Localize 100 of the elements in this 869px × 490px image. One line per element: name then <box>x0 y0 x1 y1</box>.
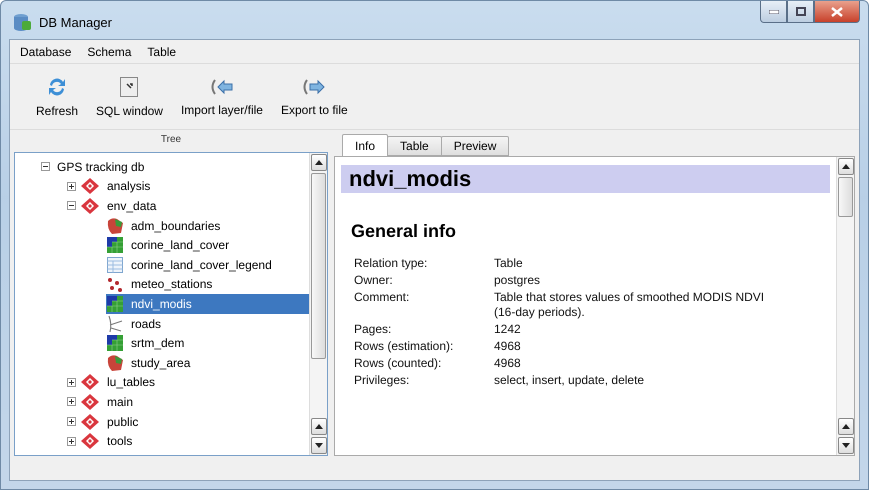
table-icon <box>106 256 124 274</box>
tree-item-label: ndvi_modis <box>130 296 193 311</box>
tree-item-label: srtm_dem <box>130 336 186 350</box>
menu-item[interactable]: Database <box>14 42 78 60</box>
tree-item-label: corine_land_cover <box>130 238 230 252</box>
tree-item[interactable]: GPS tracking db <box>54 157 309 177</box>
property-label: Comment: <box>354 290 410 306</box>
database-icon <box>13 13 31 31</box>
property-label: Owner: <box>354 273 394 288</box>
scroll-up-button[interactable] <box>311 418 327 435</box>
diamond-icon <box>80 432 100 450</box>
raster-layer-icon <box>106 334 124 352</box>
scroll-up-button[interactable] <box>311 154 327 171</box>
section-heading: General info <box>351 221 458 242</box>
expand-icon[interactable] <box>67 397 76 406</box>
down-arrow-icon <box>315 443 323 448</box>
tree-item-label: GPS tracking db <box>56 160 146 174</box>
tree-item[interactable]: lu_tables <box>80 372 309 392</box>
scroll-down-button[interactable] <box>838 437 854 454</box>
scroll-thumb[interactable] <box>838 177 853 217</box>
property-label: Rows (estimation): <box>354 339 454 354</box>
tree-item-label: adm_boundaries <box>130 218 222 233</box>
property-label: Relation type: <box>354 256 428 271</box>
tree-item[interactable]: corine_land_cover <box>106 235 309 255</box>
tree-item-label: meteo_stations <box>130 277 214 292</box>
table-name-heading: ndvi_modis <box>341 165 830 193</box>
property-value: Table <box>494 256 524 271</box>
tree-item[interactable]: ndvi_modis <box>106 294 309 314</box>
up-arrow-icon <box>842 424 850 429</box>
expand-icon[interactable] <box>67 378 76 387</box>
property-label: Pages: <box>354 322 392 337</box>
tab[interactable]: Preview <box>440 136 510 156</box>
expand-icon[interactable] <box>67 182 76 191</box>
tree-item[interactable]: public <box>80 412 309 432</box>
scroll-down-button[interactable] <box>311 437 327 454</box>
export-arrow-icon <box>301 76 328 96</box>
tree-item-label: study_area <box>130 356 192 370</box>
lines-icon <box>106 314 124 333</box>
close-icon <box>831 6 843 16</box>
scroll-thumb[interactable] <box>311 173 326 359</box>
collapse-icon[interactable] <box>41 162 50 172</box>
tree-item-label: env_data <box>106 198 158 213</box>
diamond-icon <box>80 196 100 215</box>
scroll-up-button[interactable] <box>838 418 854 435</box>
close-button[interactable] <box>814 1 860 23</box>
up-arrow-icon <box>842 164 850 169</box>
property-value: 4968 <box>494 356 522 371</box>
tree-item[interactable]: meteo_stations <box>106 274 309 294</box>
tree-item[interactable]: roads <box>106 314 309 334</box>
tree-item[interactable]: analysis <box>80 176 309 196</box>
raster-layer-icon <box>106 294 124 313</box>
import-arrow-icon <box>208 76 235 96</box>
minimize-icon <box>768 10 778 14</box>
scrollbar[interactable] <box>309 153 327 455</box>
tree-item[interactable]: srtm_dem <box>106 333 309 353</box>
up-arrow-icon <box>315 160 323 165</box>
toolbar-button[interactable]: Refresh <box>30 74 84 120</box>
toolbar-button[interactable]: SQL window <box>90 74 169 120</box>
tree-item[interactable]: main <box>80 392 309 412</box>
property-label: Privileges: <box>354 373 410 388</box>
maximize-button[interactable] <box>787 1 814 23</box>
tree-item[interactable]: corine_land_cover_legend <box>106 254 309 275</box>
raster-layer-icon <box>106 236 124 254</box>
minimize-button[interactable] <box>760 1 787 23</box>
tab[interactable]: Info <box>342 134 388 156</box>
maximize-icon <box>796 7 806 16</box>
expand-icon[interactable] <box>67 436 76 446</box>
property-value: 1242 <box>494 322 522 337</box>
property-label: Rows (counted): <box>354 356 442 371</box>
tree-item-label: roads <box>130 316 162 331</box>
menu-item[interactable]: Schema <box>81 42 138 60</box>
down-arrow-icon <box>842 443 850 448</box>
polygon-layer-icon <box>106 216 124 235</box>
diamond-icon <box>80 392 100 411</box>
points-icon <box>106 275 124 294</box>
tree-item[interactable]: adm_boundaries <box>106 216 309 236</box>
tree-item-label: analysis <box>106 179 152 194</box>
diamond-icon <box>80 373 100 392</box>
collapse-icon[interactable] <box>67 201 76 210</box>
property-value: 4968 <box>494 339 522 354</box>
property-value: Table that stores values of smoothed MODIS NDVI (16-day periods). <box>494 290 766 320</box>
property-value: select, insert, update, delete <box>494 373 646 388</box>
tab[interactable]: Table <box>387 136 442 156</box>
expand-icon[interactable] <box>67 417 76 426</box>
tree-item-label: lu_tables <box>106 375 156 390</box>
toolbar-button[interactable]: Export to file <box>274 74 354 118</box>
tree-item-label: corine_land_cover_legend <box>130 258 273 272</box>
scroll-up-button[interactable] <box>838 158 854 175</box>
scrollbar[interactable] <box>836 157 854 455</box>
toolbar-button[interactable]: Import layer/file <box>174 74 269 118</box>
tree-item[interactable]: study_area <box>106 352 309 373</box>
up-arrow-icon <box>315 424 323 429</box>
diamond-icon <box>80 412 100 431</box>
window-icon <box>119 76 140 98</box>
property-value: postgres <box>494 273 542 288</box>
menu-item[interactable]: Table <box>141 42 182 60</box>
tree-item-label: tools <box>106 434 134 448</box>
diamond-icon <box>80 177 100 196</box>
tree-item[interactable]: tools <box>80 431 309 451</box>
tree-item[interactable]: env_data <box>80 196 309 216</box>
